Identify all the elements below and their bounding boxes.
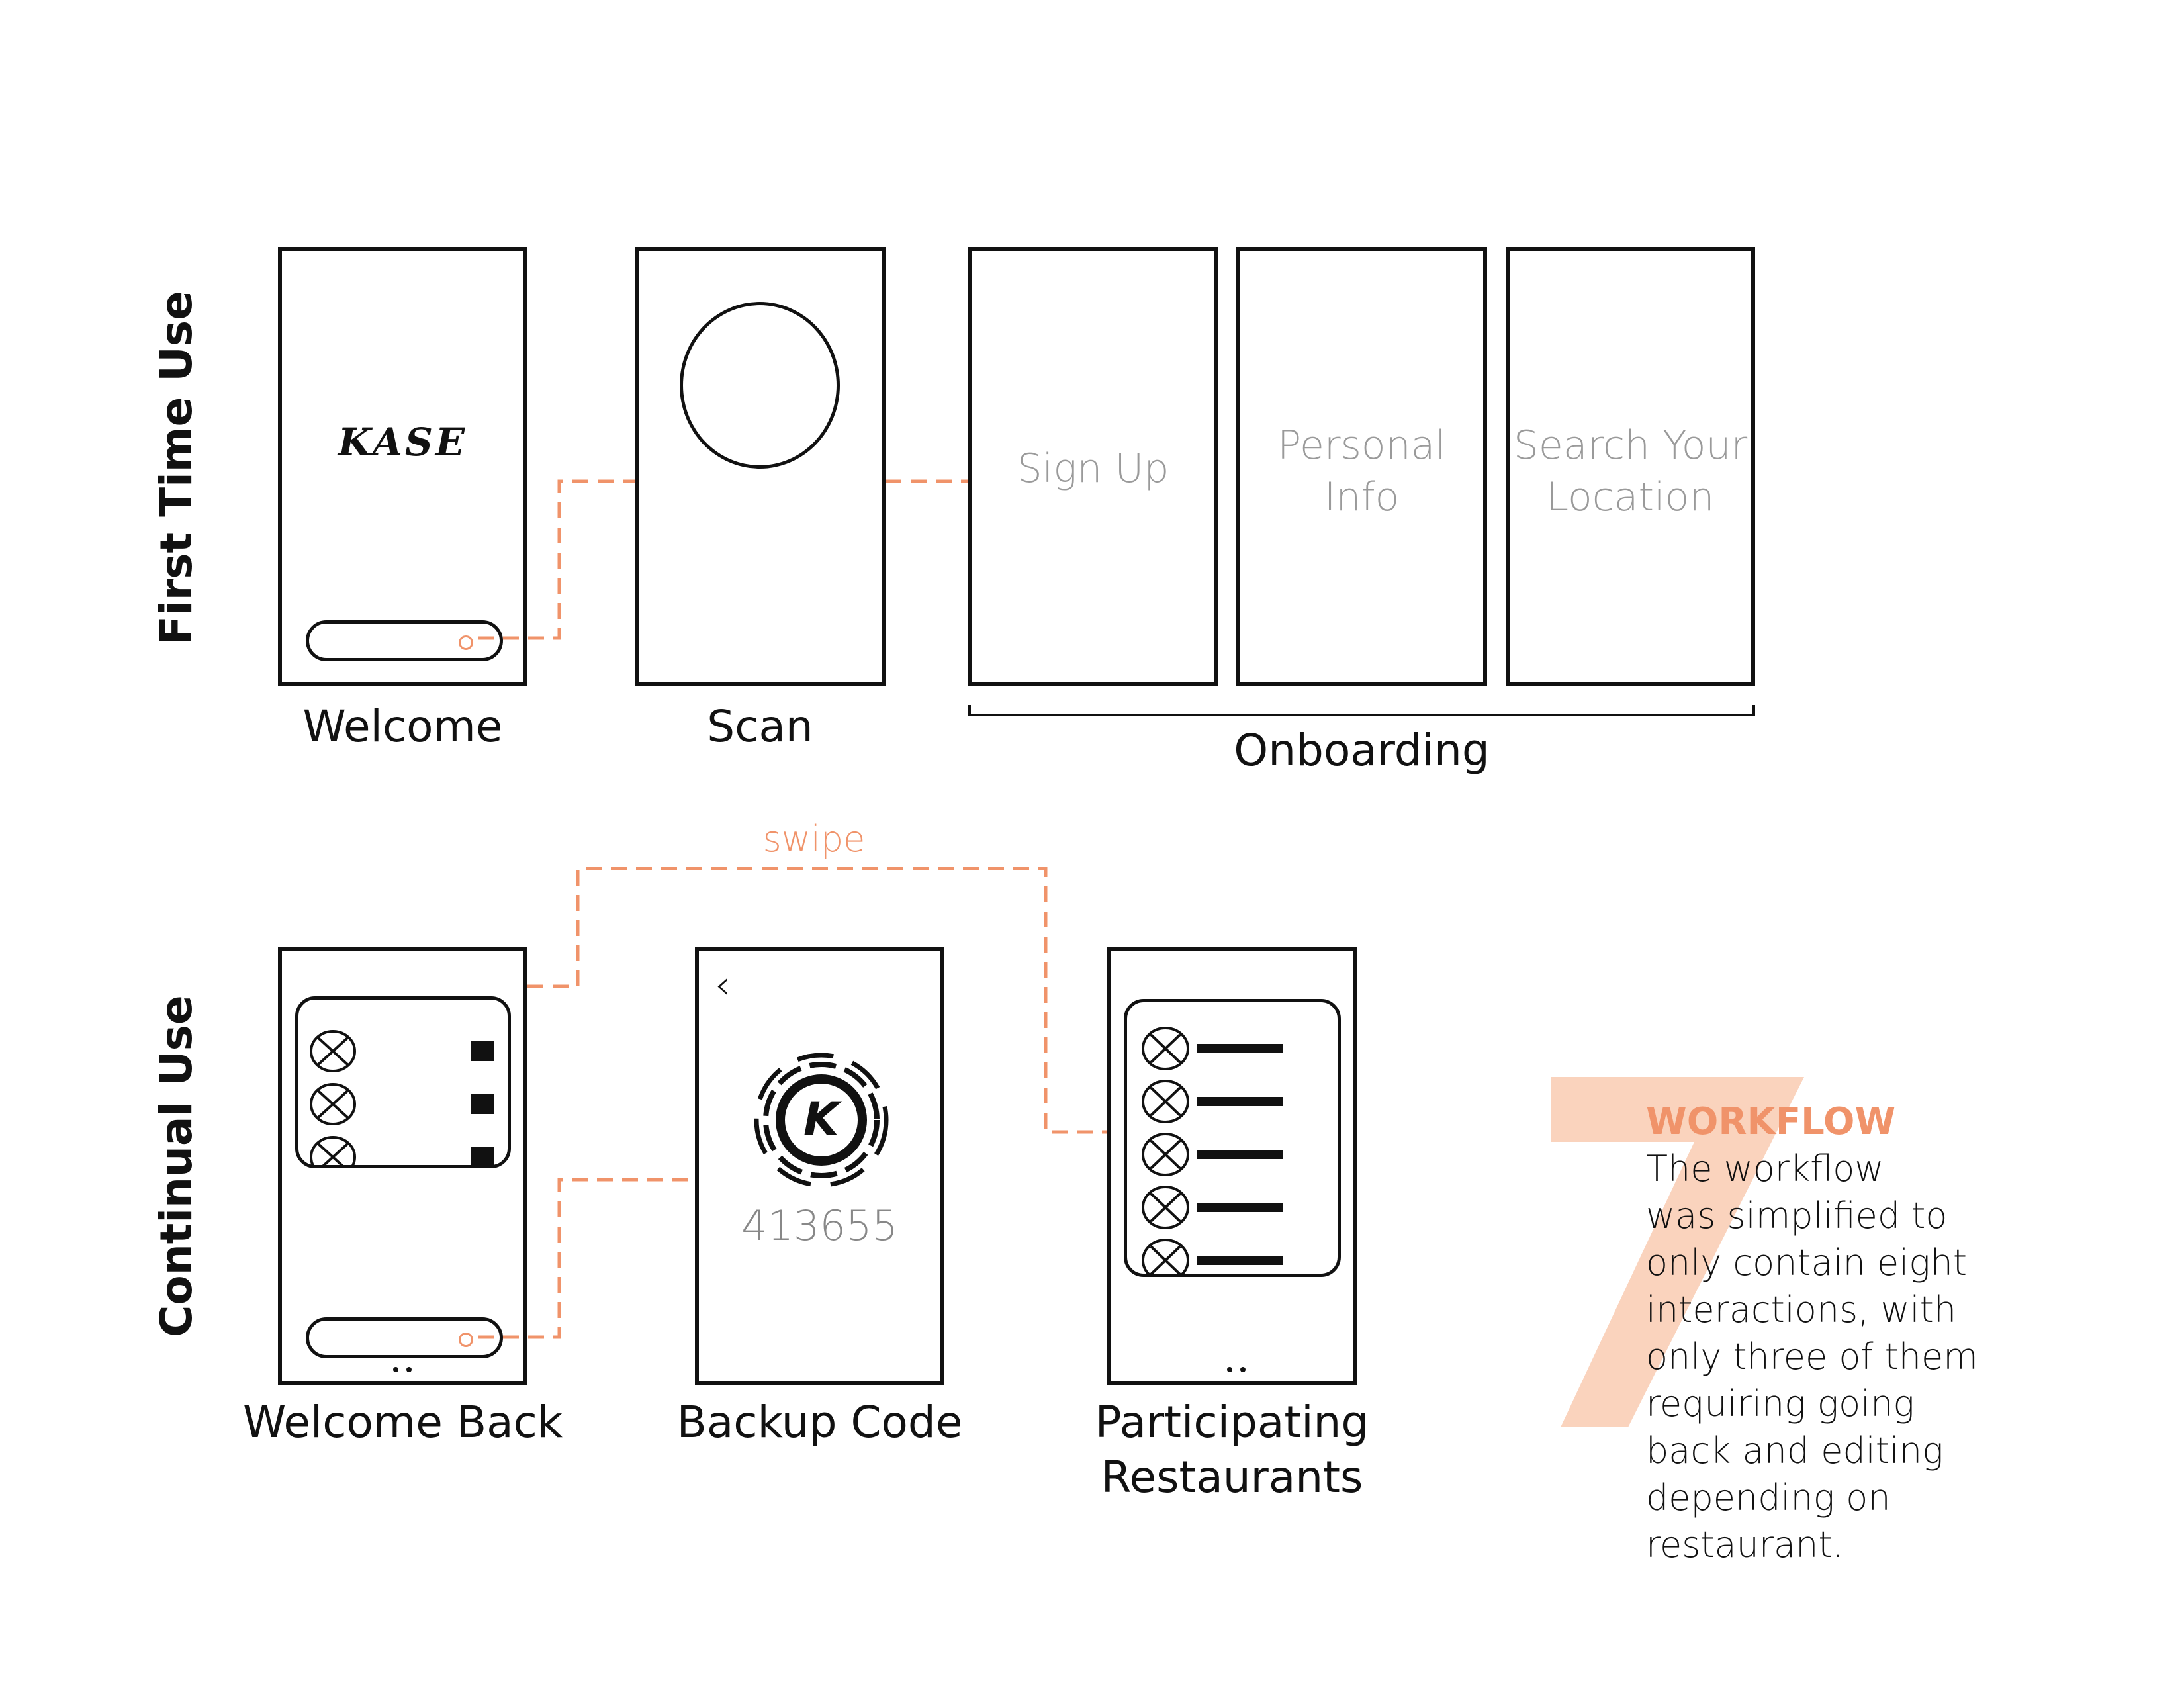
tap-target-icon bbox=[459, 635, 473, 650]
caption-participating-restaurants: Participating Restaurants bbox=[1095, 1397, 1369, 1503]
personal-info-label: Personal Info bbox=[1277, 422, 1447, 520]
participating-restaurants-screen[interactable] bbox=[1107, 947, 1357, 1385]
caption-onboarding: Onboarding bbox=[1234, 725, 1490, 776]
restaurant-list-card[interactable] bbox=[1124, 999, 1341, 1277]
restaurant-placeholder-icon bbox=[1142, 1027, 1189, 1070]
restaurant-name-bar bbox=[1197, 1203, 1283, 1212]
personal-info-screen[interactable]: Personal Info bbox=[1236, 247, 1487, 686]
backup-code-screen[interactable]: ‹ K 413655 bbox=[695, 947, 944, 1385]
restaurant-name-bar bbox=[1197, 1097, 1283, 1106]
scan-screen[interactable] bbox=[635, 247, 886, 686]
restaurant-name-bar bbox=[1197, 1044, 1283, 1053]
start-button[interactable] bbox=[306, 620, 503, 661]
caption-backup-code: Backup Code bbox=[676, 1397, 963, 1448]
kase-badge-letter: K bbox=[803, 1092, 842, 1147]
restaurant-placeholder-icon bbox=[310, 1030, 356, 1072]
backup-code-value: 413655 bbox=[741, 1201, 898, 1250]
row-label-first-time-use: First Time Use bbox=[151, 291, 202, 645]
restaurant-placeholder-icon bbox=[310, 1136, 356, 1165]
restaurant-placeholder-icon bbox=[310, 1083, 356, 1125]
restaurant-name-bar bbox=[1197, 1256, 1283, 1265]
restaurant-placeholder-icon bbox=[1142, 1080, 1189, 1123]
caption-welcome: Welcome bbox=[302, 701, 503, 752]
row-label-continual-use: Continual Use bbox=[151, 995, 202, 1337]
workflow-title: WORKFLOW bbox=[1646, 1100, 1896, 1143]
onboarding-bracket bbox=[968, 705, 1755, 716]
caption-welcome-back: Welcome Back bbox=[242, 1397, 563, 1448]
status-square-icon bbox=[471, 1041, 494, 1061]
enter-button[interactable] bbox=[306, 1317, 503, 1358]
sign-up-label: Sign Up bbox=[1017, 445, 1169, 492]
page-dot[interactable] bbox=[1227, 1367, 1232, 1372]
page-dot[interactable] bbox=[406, 1367, 412, 1372]
search-location-label: Search Your Location bbox=[1513, 422, 1748, 520]
swipe-label: swipe bbox=[762, 818, 866, 860]
chevron-left-icon[interactable]: ‹ bbox=[715, 962, 731, 1008]
welcome-screen[interactable]: KASE bbox=[278, 247, 527, 686]
restaurant-placeholder-icon bbox=[1142, 1186, 1189, 1229]
restaurant-placeholder-icon bbox=[1142, 1133, 1189, 1176]
restaurant-name-bar bbox=[1197, 1150, 1283, 1159]
saved-restaurants-card[interactable] bbox=[295, 996, 511, 1168]
page-dot[interactable] bbox=[393, 1367, 398, 1372]
search-location-screen[interactable]: Search Your Location bbox=[1506, 247, 1755, 686]
kase-badge-icon: K bbox=[754, 1053, 889, 1188]
caption-scan: Scan bbox=[707, 701, 813, 752]
page-dot[interactable] bbox=[1240, 1367, 1246, 1372]
restaurant-placeholder-icon bbox=[1142, 1239, 1189, 1274]
tap-target-icon bbox=[459, 1333, 473, 1347]
workflow-description: The workflow was simplified to only cont… bbox=[1646, 1148, 1978, 1566]
scan-circle-icon[interactable] bbox=[680, 302, 840, 469]
status-square-icon bbox=[471, 1094, 494, 1114]
kase-logo: KASE bbox=[338, 420, 468, 465]
sign-up-screen[interactable]: Sign Up bbox=[968, 247, 1218, 686]
status-square-icon bbox=[471, 1147, 494, 1165]
welcome-back-screen[interactable] bbox=[278, 947, 527, 1385]
